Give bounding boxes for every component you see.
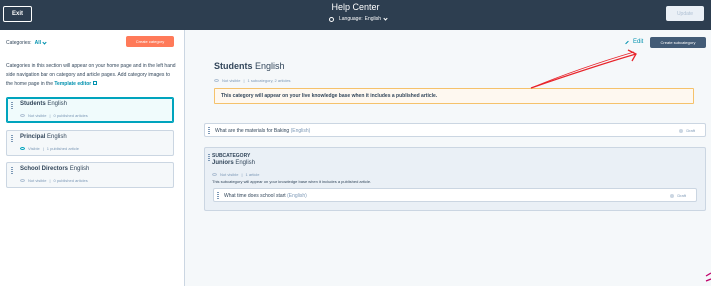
annotation-arrow [530, 49, 711, 282]
